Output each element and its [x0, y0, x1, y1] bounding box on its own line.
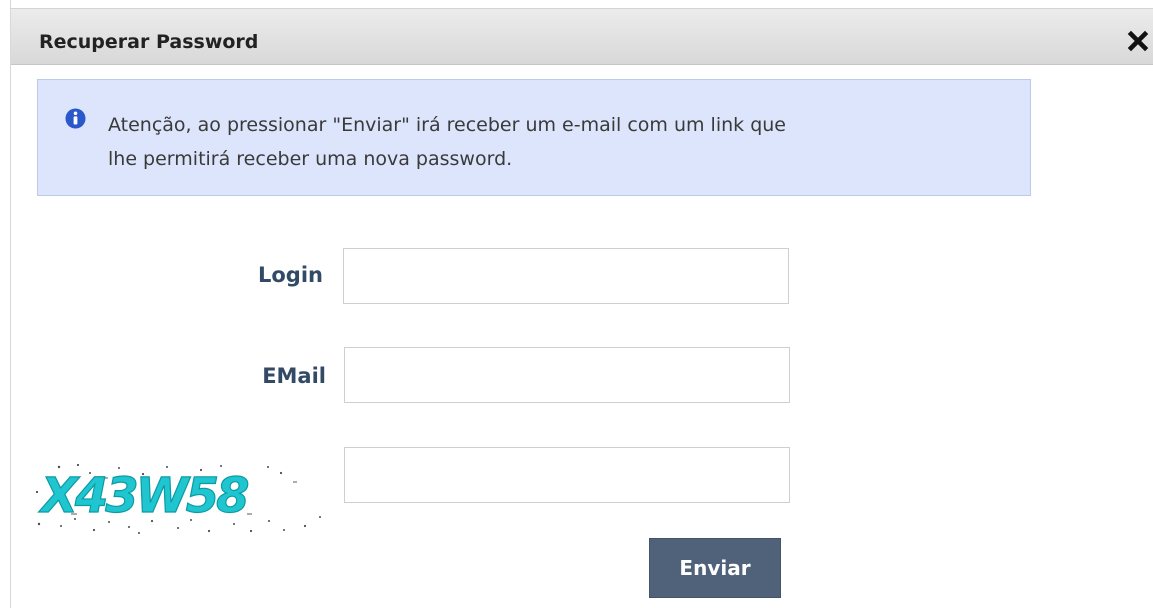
info-alert-line-1: Atenção, ao pressionar "Enviar" irá rece… — [108, 114, 786, 136]
captcha-text: X43W58 — [38, 468, 248, 524]
recover-password-dialog: Recuperar Password Atenção, ao pressiona… — [0, 0, 1153, 608]
captcha-input[interactable] — [344, 447, 790, 503]
email-label: EMail — [262, 364, 326, 388]
close-button[interactable] — [1125, 28, 1151, 54]
dialog-title: Recuperar Password — [39, 31, 259, 53]
captcha-image: X43W58 — [35, 463, 321, 534]
submit-button[interactable]: Enviar — [649, 538, 781, 598]
login-input[interactable] — [343, 248, 789, 304]
login-label: Login — [258, 263, 323, 287]
info-alert-line-2: lhe permitirá receber uma nova password. — [108, 148, 513, 170]
info-icon — [65, 108, 86, 129]
dialog-left-border — [10, 0, 11, 608]
info-alert: Atenção, ao pressionar "Enviar" irá rece… — [37, 79, 1031, 196]
info-alert-text: Atenção, ao pressionar "Enviar" irá rece… — [108, 108, 1008, 176]
email-input[interactable] — [344, 347, 790, 403]
close-icon — [1127, 30, 1149, 52]
dialog-titlebar[interactable]: Recuperar Password — [11, 9, 1153, 65]
